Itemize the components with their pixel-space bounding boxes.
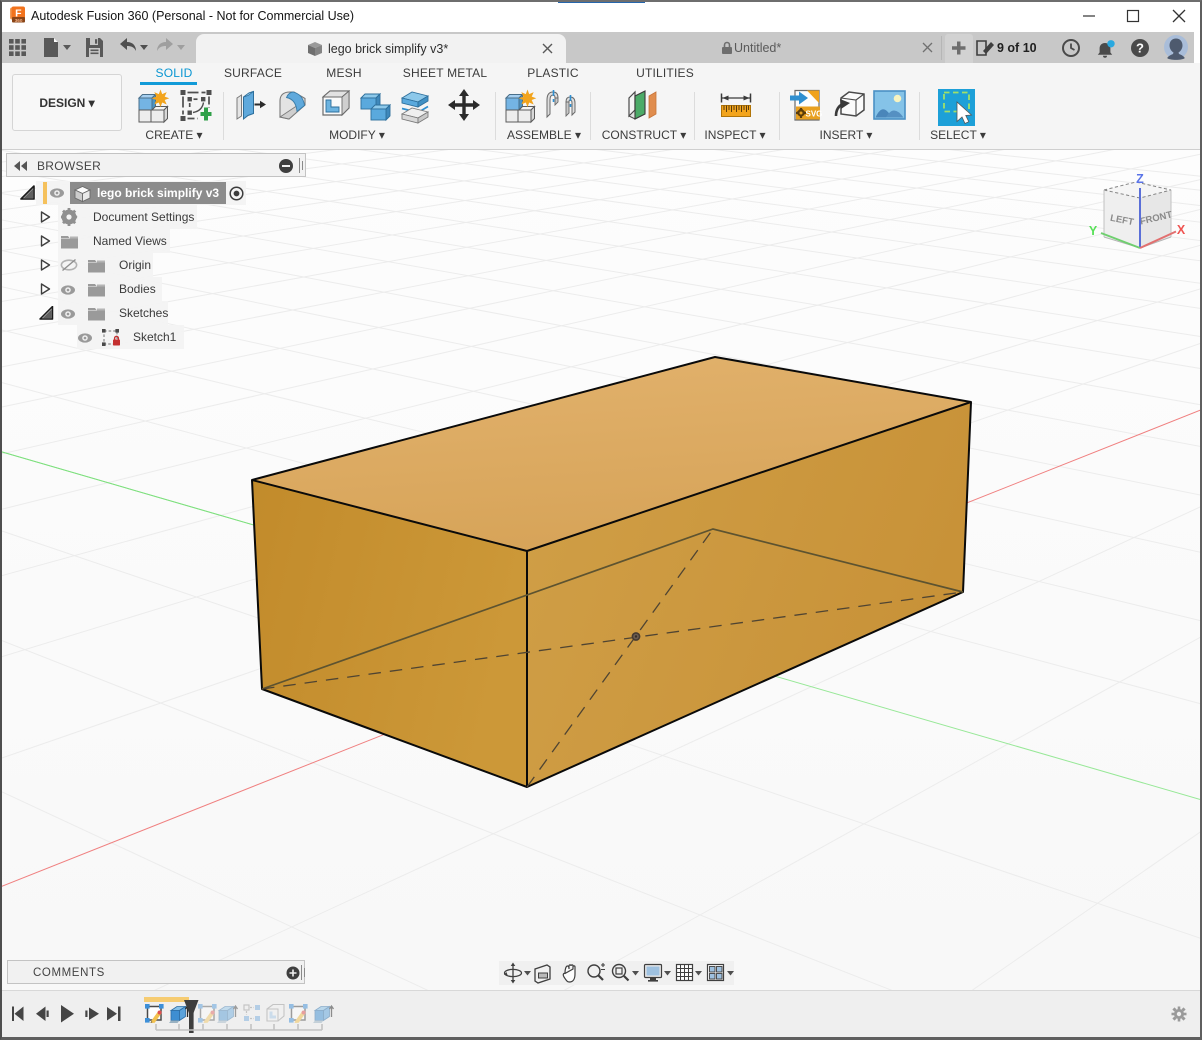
svg-text:Y: Y bbox=[1089, 224, 1098, 238]
svg-text:X: X bbox=[1177, 223, 1186, 237]
svg-text:360: 360 bbox=[15, 18, 23, 23]
svg-text:Z: Z bbox=[1136, 172, 1144, 186]
svg-text:?: ? bbox=[1136, 41, 1144, 56]
svg-text:SVG: SVG bbox=[806, 110, 823, 119]
